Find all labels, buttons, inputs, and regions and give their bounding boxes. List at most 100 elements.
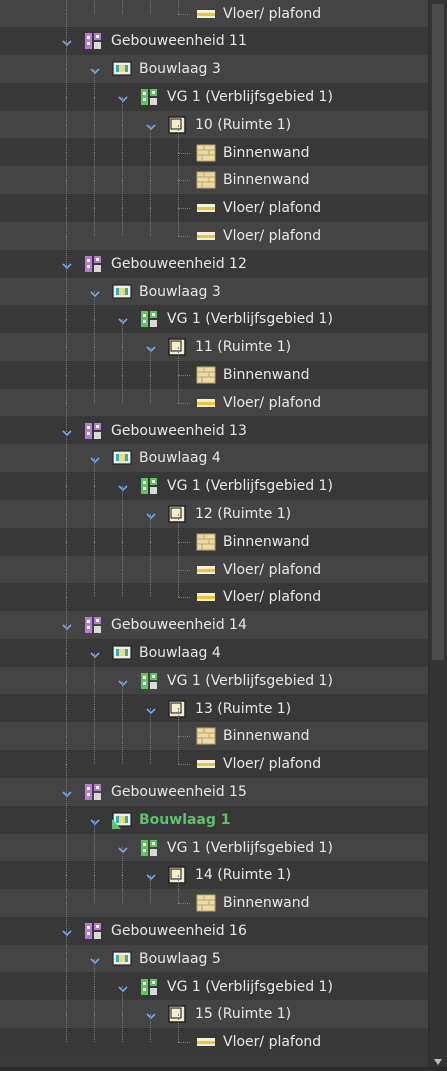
tree-guide-line [150, 124, 151, 153]
expand-chevron-icon[interactable] [62, 259, 72, 269]
expand-chevron-icon[interactable] [146, 342, 156, 353]
tree-row[interactable]: Bouwlaag 3 [0, 263, 429, 306]
residence-area-icon [140, 839, 158, 857]
tree-row[interactable]: Bouwlaag 4 [0, 624, 429, 667]
tree-row[interactable]: VG 1 (Verblijfsgebied 1) [0, 458, 429, 500]
tree-row[interactable]: Binnenwand [0, 152, 429, 195]
expand-chevron-icon[interactable] [90, 954, 100, 964]
tree-row[interactable]: Binnenwand [0, 875, 429, 917]
tree-row[interactable]: VG 1 (Verblijfsgebied 1) [0, 68, 429, 111]
tree-row[interactable]: 12 (Ruimte 1) [0, 485, 429, 528]
tree-guide-line [94, 319, 95, 348]
tree-guide-line [66, 263, 67, 292]
tree-row[interactable]: Gebouweenheid 16 [0, 902, 429, 945]
tree-guide-line [150, 541, 151, 570]
expand-chevron-icon[interactable] [62, 787, 72, 798]
expand-chevron-icon[interactable] [118, 982, 128, 992]
tree-guide-line [66, 458, 67, 487]
scrollbar-thumb[interactable] [432, 4, 444, 660]
expand-chevron-icon[interactable] [118, 314, 128, 325]
expand-chevron-icon[interactable] [90, 815, 100, 825]
tree-row[interactable]: Gebouweenheid 14 [0, 597, 429, 639]
expand-chevron-icon[interactable] [90, 64, 100, 75]
tree-guide-line [122, 152, 123, 181]
expand-chevron-icon[interactable] [146, 870, 156, 881]
tree-row[interactable]: 10 (Ruimte 1) [0, 96, 429, 139]
building-layer-icon [112, 644, 132, 662]
tree-guide-line [150, 569, 151, 598]
expand-chevron-icon[interactable] [62, 620, 72, 631]
tree-item-label: Bouwlaag 5 [139, 950, 221, 967]
tree-row[interactable]: Bouwlaag 4 [0, 430, 429, 473]
tree-row[interactable]: Vloer/ plafond [0, 374, 429, 417]
tree-guide-line [122, 986, 123, 1015]
tree-row[interactable]: Vloer/ plafond [0, 0, 429, 28]
tree-elbow-line [178, 180, 190, 182]
expand-chevron-icon[interactable] [146, 509, 156, 520]
tree-row[interactable]: 14 (Ruimte 1) [0, 847, 429, 890]
tree-item-label: 13 (Ruimte 1) [195, 700, 292, 717]
tree-item-label: 14 (Ruimte 1) [195, 867, 292, 884]
expand-chevron-icon[interactable] [90, 648, 100, 659]
tree-row[interactable]: VG 1 (Verblijfsgebied 1) [0, 819, 429, 862]
tree-row[interactable]: Gebouweenheid 13 [0, 402, 429, 445]
tree-row[interactable]: Bouwlaag 1 [0, 791, 429, 834]
tree-row[interactable]: 11 (Ruimte 1) [0, 319, 429, 361]
building-layer-icon [112, 60, 132, 78]
tree-guide-line [66, 96, 67, 125]
tree-row[interactable]: Vloer/ plafond [0, 207, 429, 250]
residence-area-icon [140, 310, 158, 328]
tree-guide-line [122, 847, 123, 876]
tree-elbow-line [178, 569, 190, 571]
tree-guide-line [122, 680, 123, 709]
expand-chevron-icon[interactable] [90, 453, 100, 464]
tree-item-label: Vloer/ plafond [223, 561, 322, 578]
expand-chevron-icon[interactable] [62, 426, 72, 436]
tree-guide-line [66, 41, 67, 70]
tree-row[interactable]: VG 1 (Verblijfsgebied 1) [0, 291, 429, 334]
tree-item-label: Gebouweenheid 16 [111, 922, 247, 939]
expand-chevron-icon[interactable] [118, 481, 128, 492]
tree-row[interactable]: 15 (Ruimte 1) [0, 986, 429, 1029]
scroll-down-arrow-icon[interactable] [434, 1059, 442, 1065]
room-icon [168, 115, 186, 134]
expand-chevron-icon[interactable] [146, 120, 156, 130]
tree-row[interactable]: Vloer/ plafond [0, 569, 429, 612]
tree-row[interactable]: Binnenwand [0, 346, 429, 389]
tree-item-label: Gebouweenheid 14 [111, 617, 247, 634]
tree-row[interactable]: Vloer/ plafond [0, 1014, 429, 1056]
tree-row[interactable]: Gebouweenheid 15 [0, 763, 429, 806]
tree-row[interactable]: Binnenwand [0, 513, 429, 556]
tree-item-label: Vloer/ plafond [223, 200, 322, 217]
tree-row[interactable]: Binnenwand [0, 124, 429, 167]
expand-chevron-icon[interactable] [62, 36, 72, 47]
tree-item-label: VG 1 (Verblijfsgebied 1) [167, 88, 333, 105]
expand-chevron-icon[interactable] [146, 704, 156, 714]
tree-row[interactable]: Bouwlaag 5 [0, 930, 429, 973]
tree-row[interactable]: Binnenwand [0, 708, 429, 751]
expand-chevron-icon[interactable] [118, 843, 128, 853]
tree-row[interactable]: Bouwlaag 3 [0, 41, 429, 83]
tree-row[interactable]: Gebouweenheid 12 [0, 235, 429, 278]
expand-chevron-icon[interactable] [146, 1009, 156, 1020]
tree-guide-line [178, 1014, 179, 1043]
tree-row[interactable]: 13 (Ruimte 1) [0, 680, 429, 723]
tree-guide-line [122, 485, 123, 514]
expand-chevron-icon[interactable] [90, 287, 100, 297]
tree-elbow-line [178, 402, 190, 404]
vertical-scrollbar[interactable] [428, 0, 447, 1071]
tree-row[interactable]: VG 1 (Verblijfsgebied 1) [0, 652, 429, 695]
tree-row[interactable]: Vloer/ plafond [0, 541, 429, 584]
expand-chevron-icon[interactable] [62, 926, 72, 937]
inner-wall-icon [196, 366, 216, 384]
tree-row[interactable]: VG 1 (Verblijfsgebied 1) [0, 958, 429, 1001]
expand-chevron-icon[interactable] [118, 92, 128, 103]
residence-area-icon [140, 88, 158, 106]
tree-row[interactable]: Gebouweenheid 11 [0, 13, 429, 56]
expand-chevron-icon[interactable] [118, 676, 128, 686]
room-icon [168, 699, 186, 718]
tree-row[interactable]: Vloer/ plafond [0, 180, 429, 222]
tree-item-label: VG 1 (Verblijfsgebied 1) [167, 672, 333, 689]
tree-row[interactable]: Vloer/ plafond [0, 736, 429, 778]
tree-guide-line [178, 0, 179, 14]
